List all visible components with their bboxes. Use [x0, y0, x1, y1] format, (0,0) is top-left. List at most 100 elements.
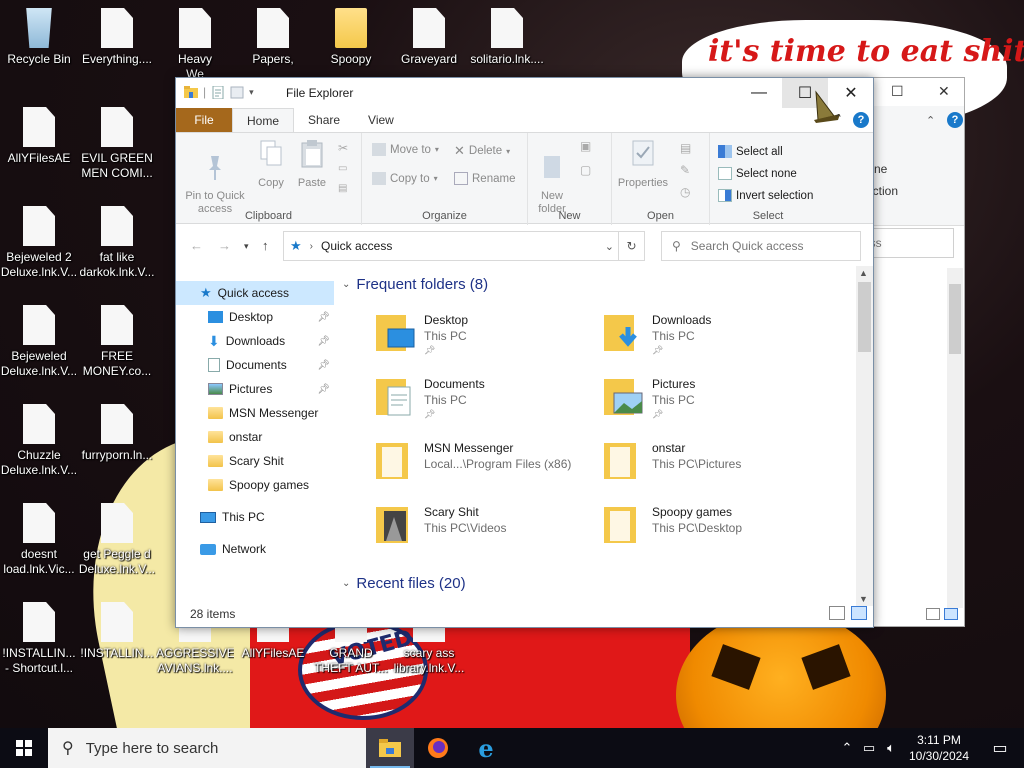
taskbar-internet-explorer[interactable]: e [462, 728, 510, 768]
tab-file[interactable]: File [176, 108, 232, 132]
bg-maximize-icon[interactable]: ☐ [891, 83, 904, 100]
desktop-icon[interactable]: Heavy We [156, 8, 234, 82]
volume-icon[interactable]: 🔈︎ [880, 740, 902, 756]
desktop-icon[interactable]: Spoopy [312, 8, 390, 67]
bg-close-icon[interactable]: ✕ [938, 83, 950, 100]
minimize-button[interactable]: — [736, 78, 782, 108]
help-icon[interactable]: ? [853, 112, 869, 128]
rename-button[interactable]: Rename [454, 172, 515, 185]
folder-tile[interactable]: Desktop This PC 📌︎ [376, 311, 586, 371]
pin-to-quick-access-button[interactable]: Pin to Quick access [182, 139, 248, 216]
nav-item-this-pc[interactable]: This PC [176, 505, 334, 529]
forward-icon[interactable]: → [218, 238, 231, 253]
invert-selection-button[interactable]: Invert selection [718, 189, 813, 202]
tab-share[interactable]: Share [294, 108, 354, 132]
cut-icon[interactable]: ✂ [338, 141, 348, 155]
file-explorer-window[interactable]: | ▾ File Explorer — ☐ ✕ File Home Share … [175, 77, 874, 628]
desktop-icon[interactable]: Chuzzle Deluxe.lnk.V... [0, 404, 78, 478]
pin-icon[interactable]: 📌︎ [317, 360, 330, 371]
nav-item-msn-messenger[interactable]: MSN Messenger [176, 401, 334, 425]
open-icon[interactable]: ▤ [680, 141, 691, 155]
copy-button[interactable]: Copy [254, 139, 288, 190]
folder-tile[interactable]: Downloads This PC 📌︎ [604, 311, 814, 371]
bg-chevron-icon[interactable]: ⌃ [926, 114, 935, 127]
pin-icon[interactable]: 📌︎ [317, 336, 330, 347]
taskbar-file-explorer[interactable] [366, 728, 414, 768]
move-to-button[interactable]: Move to ▾ [372, 143, 439, 156]
desktop-icon[interactable]: Graveyard [390, 8, 468, 67]
desktop-icon[interactable]: Everything.... [78, 8, 156, 67]
title-bar[interactable]: | ▾ File Explorer — ☐ ✕ [176, 78, 873, 123]
copy-path-icon[interactable]: ▭ [338, 163, 347, 174]
desktop-icon[interactable]: !INSTALLIN... [78, 602, 156, 661]
folder-tile[interactable]: Spoopy games This PC\Desktop [604, 503, 814, 563]
ribbon-collapse-icon[interactable]: ⌃ [834, 112, 843, 125]
nav-item-documents[interactable]: Documents 📌︎ [176, 353, 334, 377]
taskbar-search-input[interactable]: ⚲ Type here to search [48, 728, 366, 768]
nav-item-desktop[interactable]: Desktop 📌︎ [176, 305, 334, 329]
back-icon[interactable]: ← [190, 238, 203, 253]
recent-locations-icon[interactable]: ▾ [244, 241, 249, 252]
tab-view[interactable]: View [354, 108, 408, 132]
folder-tile[interactable]: Pictures This PC 📌︎ [604, 375, 814, 435]
desktop-icon[interactable]: furryporn.ln... [78, 404, 156, 463]
desktop-icon[interactable]: FREE MONEY.co... [78, 305, 156, 379]
new-item-icon[interactable]: ▣ [580, 139, 591, 153]
nav-item-scary-shit[interactable]: Scary Shit [176, 449, 334, 473]
up-icon[interactable]: ↑ [262, 238, 269, 253]
desktop-icon[interactable]: AllYFilesAE [0, 107, 78, 166]
desktop-icon[interactable]: get Peggle d Deluxe.lnk.V... [78, 503, 156, 577]
vertical-scrollbar[interactable]: ▲ ▼ [856, 266, 873, 606]
history-icon[interactable]: ◷ [680, 185, 690, 199]
nav-item-downloads[interactable]: ⬇ Downloads 📌︎ [176, 329, 334, 353]
taskbar-firefox[interactable] [414, 728, 462, 768]
scrollbar-thumb[interactable] [858, 282, 871, 352]
pin-icon[interactable]: 📌︎ [317, 384, 330, 395]
paste-button[interactable]: Paste [294, 139, 330, 190]
qa-dropdown-icon[interactable]: ▾ [249, 87, 254, 98]
nav-item-network[interactable]: Network [176, 537, 334, 561]
new-folder-qa-icon[interactable] [230, 86, 244, 99]
scroll-up-icon[interactable]: ▲ [859, 268, 868, 278]
properties-button[interactable]: Properties [614, 139, 672, 190]
tray-overflow-icon[interactable]: ⌃ [836, 740, 858, 756]
explorer-folder-icon[interactable] [184, 85, 198, 99]
folder-tile[interactable]: Documents This PC 📌︎ [376, 375, 586, 435]
copy-to-button[interactable]: Copy to ▾ [372, 172, 438, 185]
nav-item-quick-access[interactable]: ★ Quick access [176, 281, 334, 305]
delete-button[interactable]: ✕ Delete ▾ [454, 143, 510, 159]
desktop-icon[interactable]: !INSTALLIN... - Shortcut.l... [0, 602, 78, 676]
details-view-icon[interactable] [829, 606, 845, 620]
properties-icon[interactable] [211, 85, 225, 99]
bg-ribbon-item[interactable]: ne [874, 162, 887, 176]
desktop-icon[interactable]: Papers, [234, 8, 312, 67]
refresh-icon[interactable]: ↻ [618, 232, 644, 260]
select-all-button[interactable]: Select all [718, 145, 783, 158]
desktop-icon[interactable]: Bejeweled 2 Deluxe.lnk.V... [0, 206, 78, 280]
frequent-folders-header[interactable]: ⌄ Frequent folders (8) [342, 276, 488, 293]
nav-item-spoopy-games[interactable]: Spoopy games [176, 473, 334, 497]
nav-item-onstar[interactable]: onstar [176, 425, 334, 449]
desktop-icon[interactable]: EVIL GREEN MEN COMI... [78, 107, 156, 181]
notifications-icon[interactable]: ▭ [976, 738, 1024, 758]
desktop-icon[interactable]: Recycle Bin [0, 8, 78, 67]
folder-tile[interactable]: onstar This PC\Pictures [604, 439, 814, 499]
desktop-icon[interactable]: fat like darkok.lnk.V... [78, 206, 156, 280]
edit-icon[interactable]: ✎ [680, 163, 690, 177]
desktop-icon[interactable]: Bejeweled Deluxe.lnk.V... [0, 305, 78, 379]
bg-help-icon[interactable]: ? [947, 112, 963, 128]
address-dropdown-icon[interactable]: ⌄ [605, 240, 614, 253]
start-button[interactable] [0, 728, 48, 768]
desktop-icon[interactable]: doesnt load.lnk.Vic... [0, 503, 78, 577]
large-icons-view-icon[interactable] [851, 606, 867, 620]
pin-icon[interactable]: 📌︎ [317, 312, 330, 323]
bg-scrollbar[interactable] [947, 268, 963, 608]
easy-access-icon[interactable]: ▢ [580, 163, 591, 177]
address-bar[interactable]: ★ › Quick access ⌄ ↻ [283, 231, 645, 261]
nav-item-pictures[interactable]: Pictures 📌︎ [176, 377, 334, 401]
tab-home[interactable]: Home [232, 108, 295, 132]
clock[interactable]: 3:11 PM 10/30/2024 [902, 732, 976, 764]
paste-shortcut-icon[interactable]: ▤ [338, 183, 347, 194]
folder-tile[interactable]: Scary Shit This PC\Videos [376, 503, 586, 563]
folder-tile[interactable]: MSN Messenger Local...\Program Files (x86… [376, 439, 586, 499]
